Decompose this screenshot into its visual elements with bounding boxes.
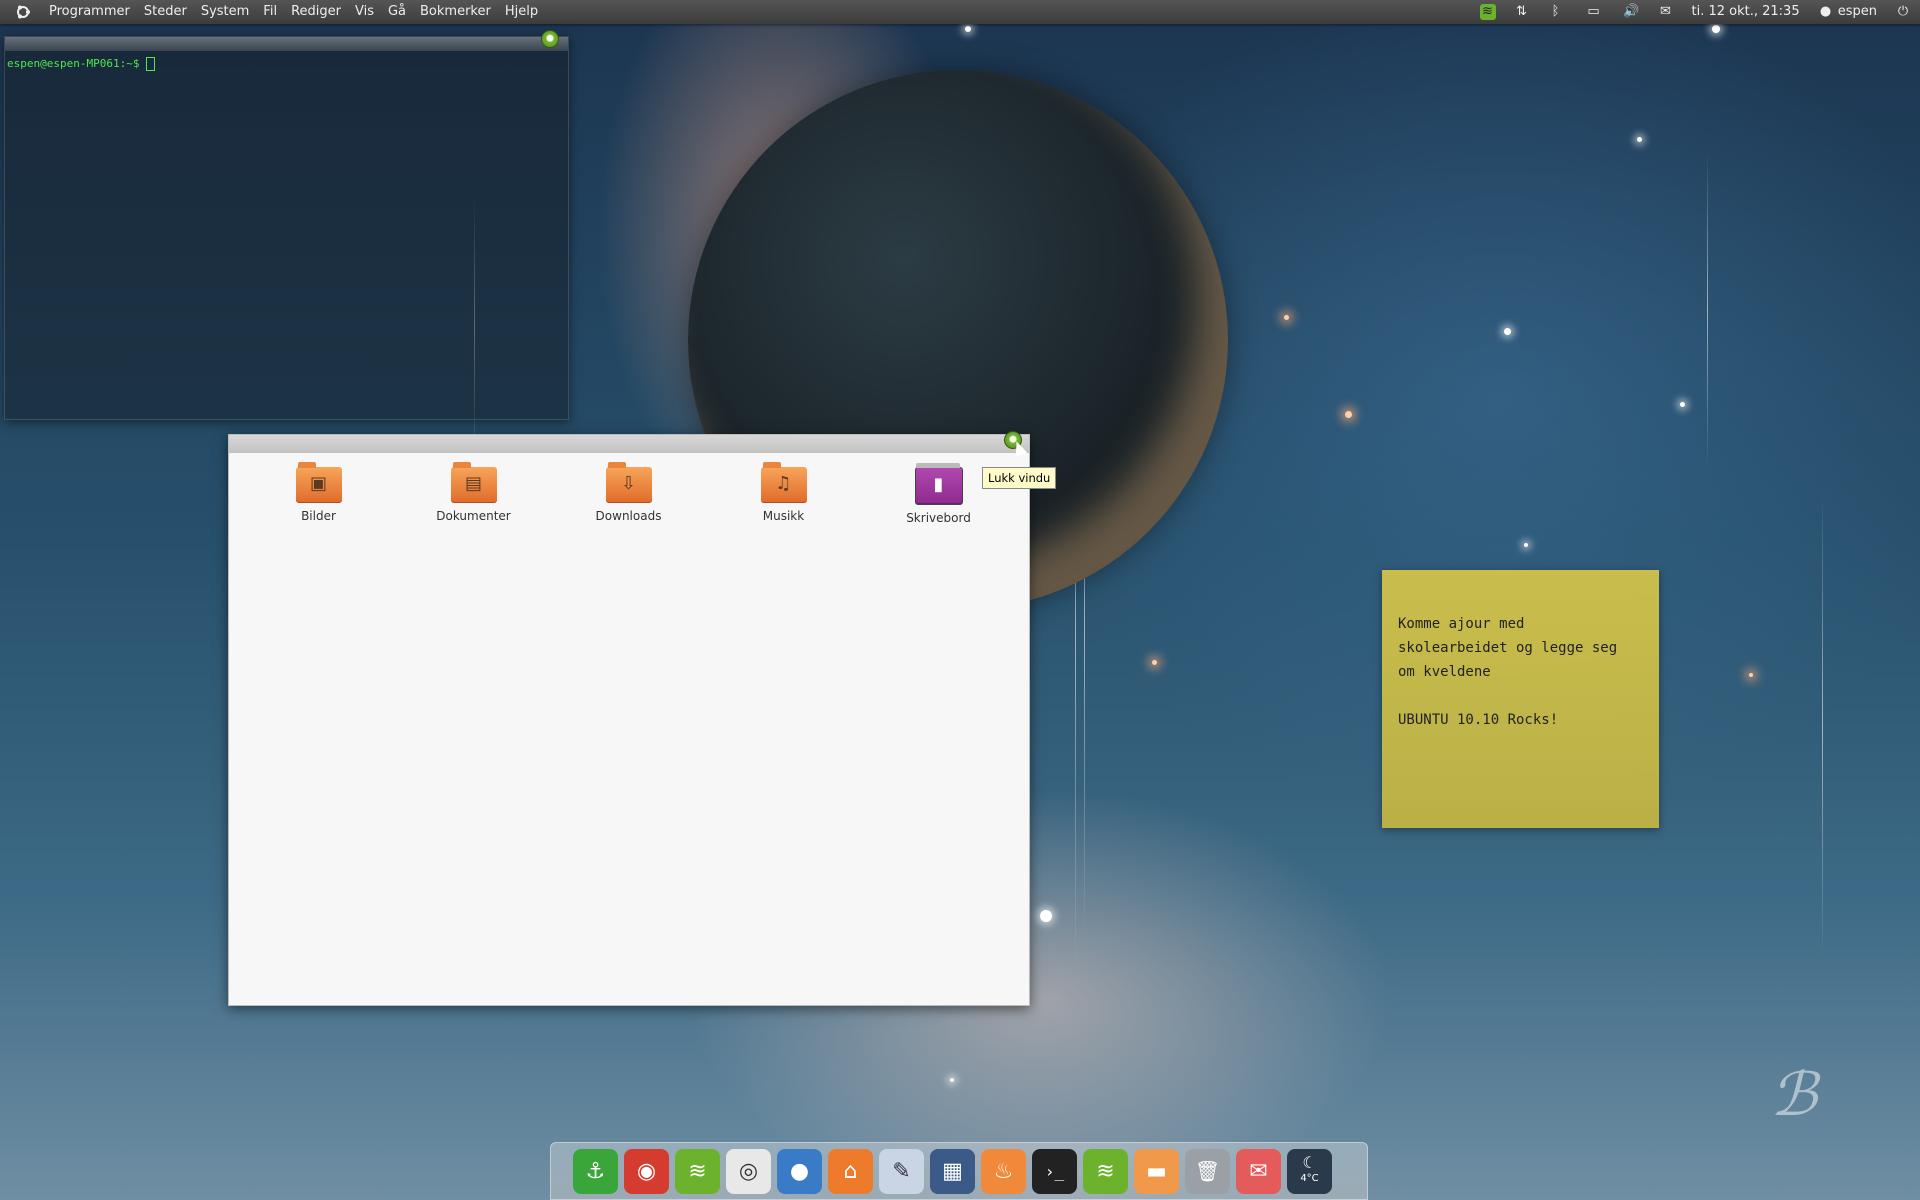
user-icon: ●	[1819, 4, 1832, 19]
file-item-musikk[interactable]: ♫ Musikk	[706, 462, 861, 525]
terminal-window[interactable]: espen@espen-MP061:~$	[4, 30, 569, 420]
clock[interactable]: ti. 12 okt., 21:35	[1683, 0, 1809, 24]
star	[1345, 411, 1352, 418]
chat-icon[interactable]: ●	[777, 1148, 822, 1194]
main-menu: Programmer Steder System Fil Rediger Vis…	[0, 0, 545, 24]
weather-text: 4°C	[1300, 1173, 1319, 1184]
file-manager-titlebar[interactable]	[229, 431, 1029, 453]
menu-hjelp[interactable]: Hjelp	[498, 0, 545, 24]
terminal-icon[interactable]: ›_	[1032, 1148, 1077, 1194]
file-label: Dokumenter	[436, 509, 511, 523]
mail-icon[interactable]: ✉	[1649, 0, 1683, 24]
file-manager-window[interactable]: ▣ Bilder ▤ Dokumenter ⇩ Downloads ♫ Musi…	[228, 431, 1030, 1006]
star	[1040, 910, 1052, 922]
star	[950, 1078, 954, 1082]
file-item-bilder[interactable]: ▣ Bilder	[241, 462, 396, 525]
music-folder-icon: ♫	[760, 462, 807, 503]
menu-fil[interactable]: Fil	[256, 0, 284, 24]
image-viewer-icon[interactable]: ▦	[930, 1148, 975, 1194]
menu-system[interactable]: System	[194, 0, 256, 24]
trash-icon[interactable]: 🗑	[1185, 1148, 1230, 1194]
file-label: Skrivebord	[906, 511, 971, 525]
user-menu[interactable]: ● espen	[1809, 0, 1886, 24]
file-label: Musikk	[762, 509, 805, 523]
terminal-titlebar[interactable]	[5, 30, 568, 51]
star	[1637, 137, 1642, 142]
close-tooltip: Lukk vindu	[982, 467, 1057, 489]
star	[1152, 660, 1157, 665]
menu-programmer[interactable]: Programmer	[42, 0, 137, 24]
folder-icon[interactable]: ▬	[1134, 1148, 1179, 1194]
close-icon[interactable]	[541, 30, 559, 48]
pictures-folder-icon: ▣	[295, 462, 342, 503]
text-cursor	[146, 57, 156, 71]
weather-icon[interactable]: ☾ 4°C	[1287, 1148, 1332, 1194]
star	[1749, 673, 1753, 677]
star	[1712, 25, 1720, 33]
network-icon[interactable]: ⇅	[1505, 0, 1539, 24]
file-item-dokumenter[interactable]: ▤ Dokumenter	[396, 462, 551, 525]
terminal-output[interactable]: espen@espen-MP061:~$	[5, 51, 568, 77]
top-panel: Programmer Steder System Fil Rediger Vis…	[0, 0, 1920, 24]
menu-steder[interactable]: Steder	[137, 0, 194, 24]
spotify-icon[interactable]: ≋	[1471, 0, 1505, 24]
battery-icon[interactable]: ▭	[1573, 0, 1615, 24]
system-tray: ≋ ⇅ ᛒ ▭ 🔊 ✉ ti. 12 okt., 21:35 ● espen ⏻	[1471, 0, 1920, 24]
user-name: espen	[1837, 4, 1877, 19]
file-label: Downloads	[595, 509, 662, 523]
anchor-icon[interactable]: ⚓	[573, 1148, 618, 1194]
spotify-icon-2[interactable]: ≋	[1083, 1148, 1128, 1194]
terminal-prompt: espen@espen-MP061:~$	[7, 57, 147, 70]
downloads-folder-icon: ⇩	[605, 462, 652, 503]
file-label: Bilder	[301, 509, 336, 523]
star	[1524, 543, 1528, 547]
power-icon[interactable]: ⏻	[1886, 0, 1920, 24]
sticky-note[interactable]: Komme ajour med skolearbeidet og legge s…	[1382, 570, 1659, 828]
dock: ⚓ ◉ ≋ ◎ ● ⌂ ✎ ▦ ♨ ›_ ≋ ▬ 🗑 ✉ ☾ 4°C	[550, 1142, 1368, 1200]
bluetooth-icon[interactable]: ᛒ	[1539, 0, 1573, 24]
menu-bokmerker[interactable]: Bokmerker	[413, 0, 498, 24]
media-player-icon[interactable]: ◎	[726, 1148, 771, 1194]
menu-rediger[interactable]: Rediger	[284, 0, 348, 24]
desktop-folder-icon: ▮	[914, 463, 963, 505]
star	[1504, 328, 1511, 335]
file-item-downloads[interactable]: ⇩ Downloads	[551, 462, 706, 525]
menu-ga[interactable]: Gå	[381, 0, 413, 24]
spotify-icon[interactable]: ≋	[675, 1148, 720, 1194]
star	[965, 26, 971, 32]
light-streak	[1822, 490, 1823, 960]
star	[1680, 402, 1685, 407]
star	[1284, 315, 1289, 320]
light-streak	[1707, 150, 1708, 470]
signature-watermark: ℬ	[1770, 1060, 1818, 1130]
burner-icon[interactable]: ♨	[981, 1148, 1026, 1194]
gmail-icon[interactable]: ✉	[1236, 1148, 1281, 1194]
ubuntu-logo-icon[interactable]	[8, 4, 38, 20]
menu-vis[interactable]: Vis	[348, 0, 381, 24]
home-icon[interactable]: ⌂	[828, 1148, 873, 1194]
file-grid: ▣ Bilder ▤ Dokumenter ⇩ Downloads ♫ Musi…	[229, 453, 1029, 525]
documents-folder-icon: ▤	[450, 462, 497, 503]
volume-icon[interactable]: 🔊	[1615, 0, 1649, 24]
chrome-icon[interactable]: ◉	[624, 1148, 669, 1194]
text-editor-icon[interactable]: ✎	[879, 1148, 924, 1194]
